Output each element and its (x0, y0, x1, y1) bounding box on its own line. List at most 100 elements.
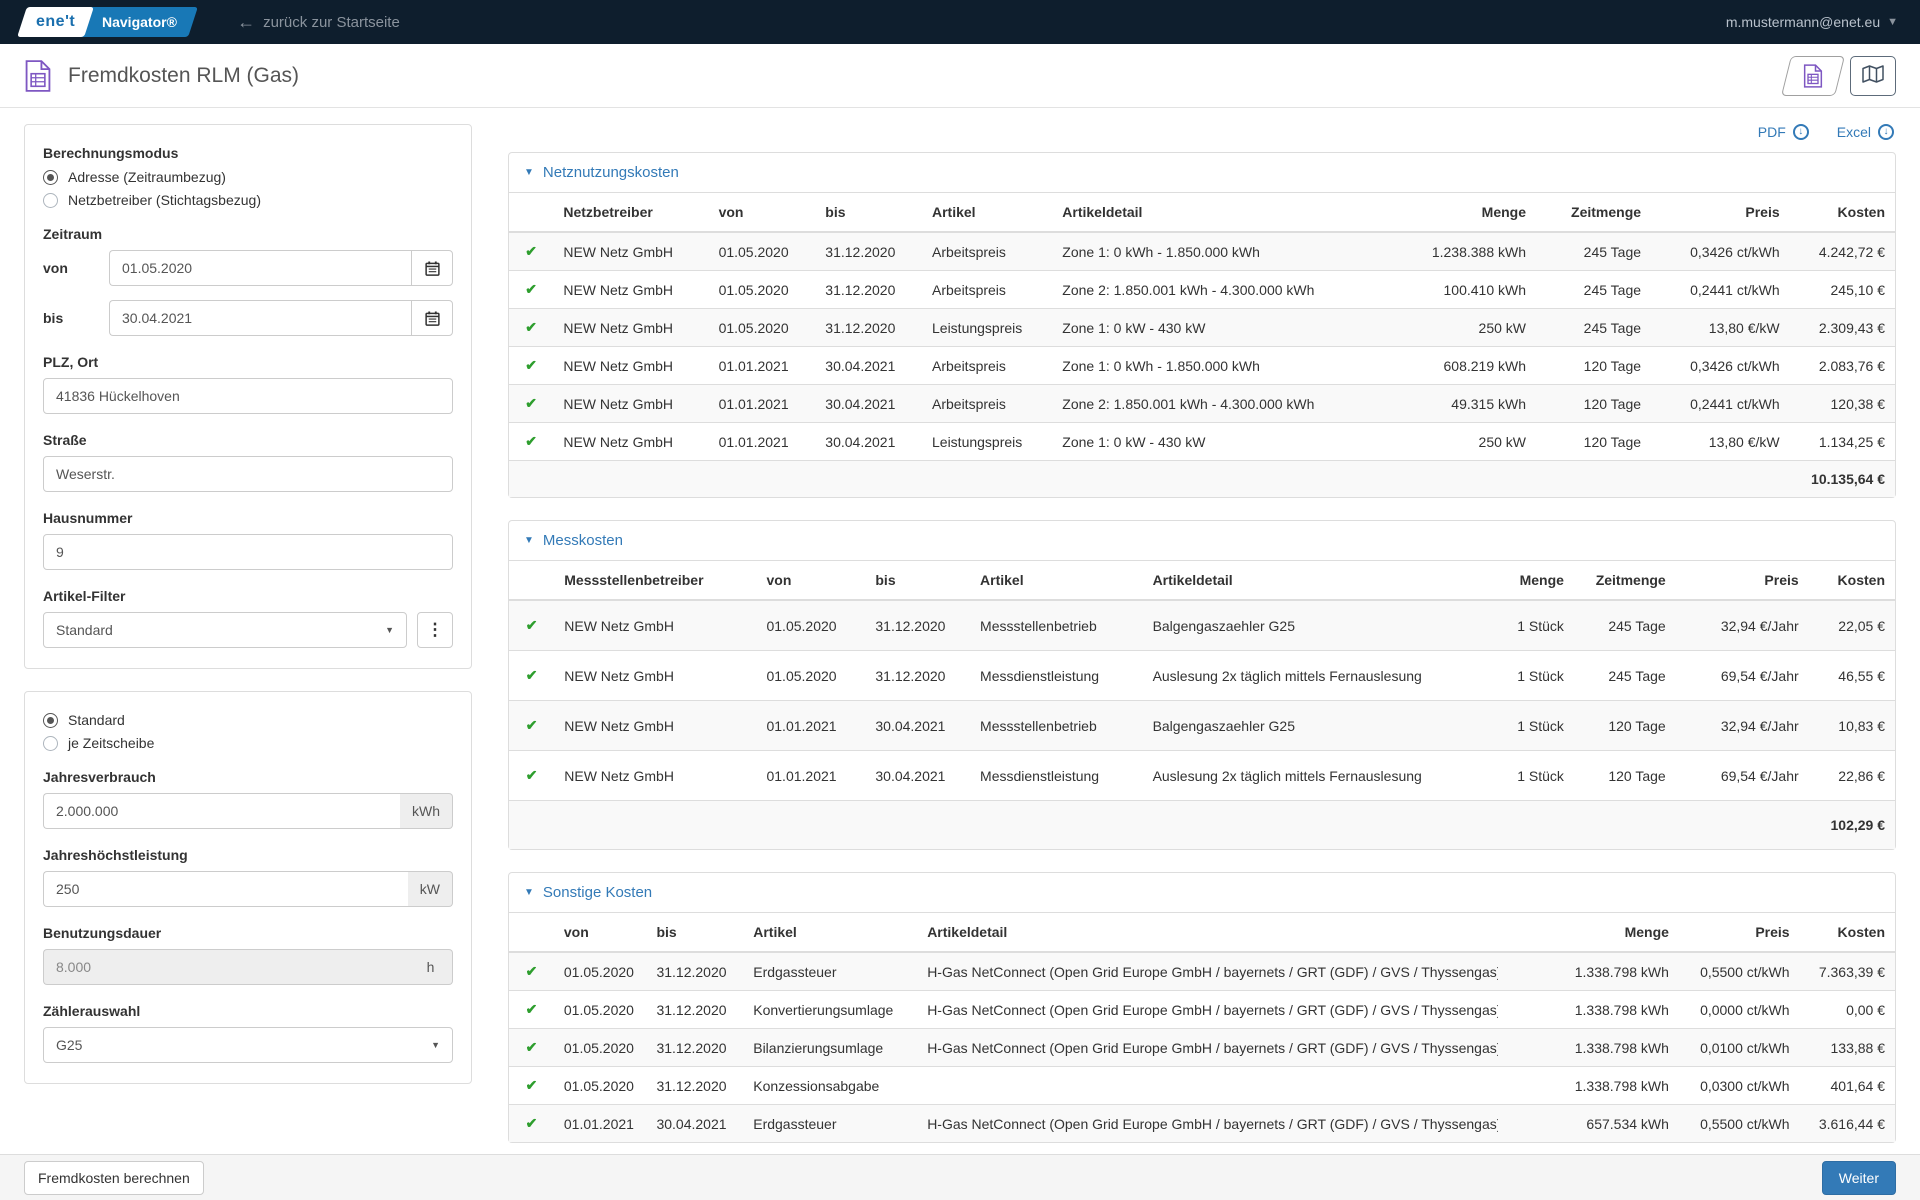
table-cell: 31.12.2020 (646, 991, 743, 1029)
jahreshoechstleistung-label: Jahreshöchstleistung (43, 847, 453, 863)
zaehlerauswahl-select[interactable]: G25 ▼ (43, 1027, 453, 1063)
enet-logo: ene't (17, 7, 94, 37)
section-header-netznutzungskosten[interactable]: ▼ Netznutzungskosten (509, 153, 1895, 193)
table-cell: NEW Netz GmbH (554, 651, 756, 701)
plz-ort-label: PLZ, Ort (43, 354, 453, 370)
table-cell: 13,80 €/kW (1651, 423, 1790, 461)
table-cell: 245 Tage (1536, 271, 1651, 309)
strasse-input[interactable] (43, 456, 453, 492)
table-cell: Konzessionsabgabe (743, 1067, 917, 1105)
pdf-download-link[interactable]: PDF ↓ (1758, 124, 1809, 140)
table-cell: 22,05 € (1809, 600, 1895, 651)
radio-adresse-zeitraumbezug[interactable]: Adresse (Zeitraumbezug) (43, 169, 453, 185)
results-column: PDF ↓ Excel ↓ ▼ Netznutzungskosten Netzb… (508, 124, 1896, 1154)
column-header: Artikeldetail (1052, 193, 1401, 232)
user-menu[interactable]: m.mustermann@enet.eu ▼ (1726, 14, 1898, 30)
table-cell: 120 Tage (1536, 385, 1651, 423)
map-view-button[interactable] (1850, 56, 1896, 96)
download-icon: ↓ (1793, 124, 1809, 140)
hausnummer-label: Hausnummer (43, 510, 453, 526)
back-to-start-link[interactable]: ← zurück zur Startseite (237, 13, 400, 31)
column-header: Preis (1679, 913, 1800, 952)
berechnungsmodus-label: Berechnungsmodus (43, 145, 453, 161)
column-header: bis (865, 561, 970, 600)
table-cell: NEW Netz GmbH (553, 232, 708, 271)
check-icon: ✔ (526, 1115, 538, 1131)
parameter-sidebar: Berechnungsmodus Adresse (Zeitraumbezug)… (24, 124, 472, 1154)
table-cell: 32,94 €/Jahr (1676, 600, 1809, 651)
excel-download-link[interactable]: Excel ↓ (1837, 124, 1894, 140)
table-cell: 4.242,72 € (1790, 232, 1895, 271)
radio-netzbetreiber-stichtagsbezug[interactable]: Netzbetreiber (Stichtagsbezug) (43, 192, 453, 208)
artikel-filter-options-button[interactable]: ⋮ (417, 612, 453, 648)
download-icon: ↓ (1878, 124, 1894, 140)
jahresverbrauch-label: Jahresverbrauch (43, 769, 453, 785)
table-cell: 0,2441 ct/kWh (1651, 385, 1790, 423)
table-cell: 01.01.2021 (709, 347, 816, 385)
table-cell: 3.616,44 € (1800, 1105, 1895, 1143)
date-from-calendar-button[interactable] (411, 250, 453, 286)
artikel-filter-select[interactable]: Standard ▼ (43, 612, 407, 648)
user-email: m.mustermann@enet.eu (1726, 14, 1880, 30)
table-cell: 0,5500 ct/kWh (1679, 1105, 1800, 1143)
table-cell: Auslesung 2x täglich mittels Fernauslesu… (1143, 651, 1478, 701)
section-header-sonstige-kosten[interactable]: ▼ Sonstige Kosten (509, 873, 1895, 913)
column-header: Menge (1478, 561, 1574, 600)
radio-button[interactable] (43, 170, 58, 185)
table-cell: Zone 1: 0 kW - 430 kW (1052, 423, 1401, 461)
table-cell: 100.410 kWh (1402, 271, 1536, 309)
section-header-messkosten[interactable]: ▼ Messkosten (509, 521, 1895, 561)
table-cell: 0,0100 ct/kWh (1679, 1029, 1800, 1067)
jahresverbrauch-input[interactable] (43, 793, 400, 829)
chevron-down-icon: ▼ (385, 625, 394, 635)
benutzungsdauer-label: Benutzungsdauer (43, 925, 453, 941)
check-column-header (509, 913, 554, 952)
hausnummer-input[interactable] (43, 534, 453, 570)
column-header: Zeitmenge (1574, 561, 1676, 600)
column-header: von (756, 561, 865, 600)
date-to-input[interactable] (109, 300, 411, 336)
table-cell: 1.338.798 kWh (1498, 991, 1679, 1029)
table-cell: 1.338.798 kWh (1498, 952, 1679, 991)
section-total: 10.135,64 € (1790, 461, 1895, 498)
check-cell: ✔ (509, 1067, 554, 1105)
top-navbar: ene't Navigator® ← zurück zur Startseite… (0, 0, 1920, 44)
column-header: Menge (1498, 913, 1679, 952)
radio-je-zeitscheibe[interactable]: je Zeitscheibe (43, 735, 453, 751)
table-row: ✔NEW Netz GmbH01.05.202031.12.2020Messdi… (509, 651, 1895, 701)
table-row: ✔NEW Netz GmbH01.05.202031.12.2020Arbeit… (509, 232, 1895, 271)
check-icon: ✔ (526, 963, 538, 979)
table-cell: 7.363,39 € (1800, 952, 1895, 991)
date-from-input[interactable] (109, 250, 411, 286)
radio-button[interactable] (43, 713, 58, 728)
radio-button[interactable] (43, 736, 58, 751)
table-total-row: 10.135,64 € (509, 461, 1895, 498)
next-button[interactable]: Weiter (1822, 1161, 1896, 1195)
table-cell: 1 Stück (1478, 701, 1574, 751)
table-cell: 120 Tage (1536, 423, 1651, 461)
view-switcher (1786, 56, 1896, 96)
table-cell: Erdgassteuer (743, 1105, 917, 1143)
table-cell: 120 Tage (1574, 701, 1676, 751)
table-cell: 30.04.2021 (815, 385, 922, 423)
table-cell: 31.12.2020 (815, 309, 922, 347)
calculate-button[interactable]: Fremdkosten berechnen (24, 1161, 204, 1195)
jahreshoechstleistung-input[interactable] (43, 871, 408, 907)
table-cell: Balgengaszaehler G25 (1143, 701, 1478, 751)
table-cell: 1.238.388 kWh (1402, 232, 1536, 271)
benutzungsdauer-input (43, 949, 409, 985)
plz-ort-input[interactable] (43, 378, 453, 414)
table-cell: 01.05.2020 (709, 232, 816, 271)
table-view-button[interactable] (1781, 56, 1845, 96)
radio-button[interactable] (43, 193, 58, 208)
date-to-calendar-button[interactable] (411, 300, 453, 336)
sonstige-kosten-table: vonbisArtikelArtikeldetailMengePreisKost… (509, 913, 1895, 1142)
excel-label: Excel (1837, 124, 1871, 140)
benutzungsdauer-unit: h (409, 949, 453, 985)
table-cell: 31.12.2020 (815, 271, 922, 309)
radio-standard[interactable]: Standard (43, 712, 453, 728)
check-icon: ✔ (526, 1001, 538, 1017)
check-icon: ✔ (525, 395, 537, 411)
table-cell: 01.01.2021 (709, 385, 816, 423)
table-cell: 0,0300 ct/kWh (1679, 1067, 1800, 1105)
